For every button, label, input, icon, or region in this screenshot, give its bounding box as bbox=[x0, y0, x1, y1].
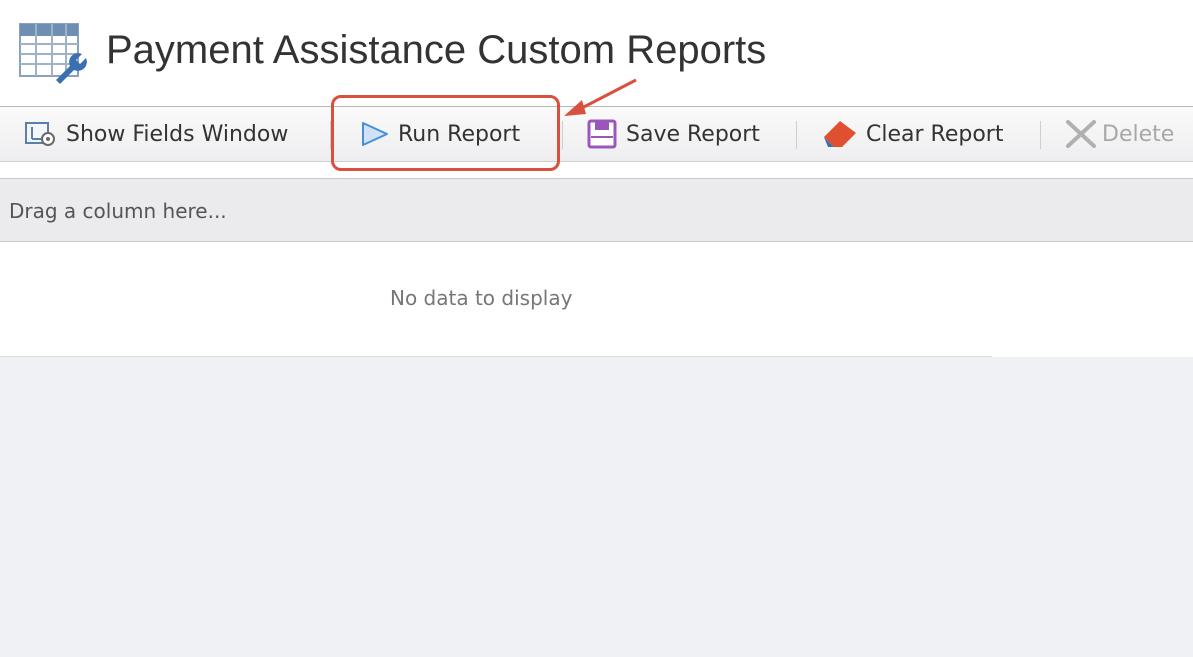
clear-report-label: Clear Report bbox=[866, 121, 1004, 147]
page-title: Payment Assistance Custom Reports bbox=[106, 28, 767, 72]
run-report-button[interactable]: Run Report bbox=[360, 107, 520, 161]
close-icon bbox=[1066, 120, 1096, 148]
eraser-icon bbox=[824, 121, 856, 147]
toolbar-separator bbox=[330, 121, 331, 149]
play-icon bbox=[362, 122, 388, 146]
toolbar-separator bbox=[562, 121, 563, 149]
toolbar-separator bbox=[1040, 121, 1041, 149]
report-toolbar: Show Fields Window Run Report Save Repor… bbox=[0, 106, 1193, 162]
save-report-label: Save Report bbox=[626, 121, 760, 147]
show-fields-window-button[interactable]: Show Fields Window bbox=[24, 107, 288, 161]
group-by-panel[interactable]: Drag a column here... bbox=[0, 178, 1193, 242]
delete-button[interactable]: Delete bbox=[1064, 107, 1174, 161]
clear-report-button[interactable]: Clear Report bbox=[822, 107, 1003, 161]
report-settings-icon bbox=[19, 23, 87, 84]
page-header: Payment Assistance Custom Reports bbox=[0, 0, 1193, 106]
floppy-disk-icon bbox=[587, 119, 617, 149]
empty-grid-message: No data to display bbox=[390, 286, 573, 310]
show-fields-window-label: Show Fields Window bbox=[66, 121, 289, 147]
save-report-button[interactable]: Save Report bbox=[586, 107, 760, 161]
group-by-placeholder: Drag a column here... bbox=[9, 199, 227, 223]
fields-window-icon bbox=[25, 122, 55, 146]
content-area-background bbox=[0, 357, 1193, 657]
data-grid: No data to display bbox=[0, 242, 1193, 357]
toolbar-separator bbox=[796, 121, 797, 149]
delete-label: Delete bbox=[1102, 121, 1175, 147]
run-report-label: Run Report bbox=[398, 121, 521, 147]
